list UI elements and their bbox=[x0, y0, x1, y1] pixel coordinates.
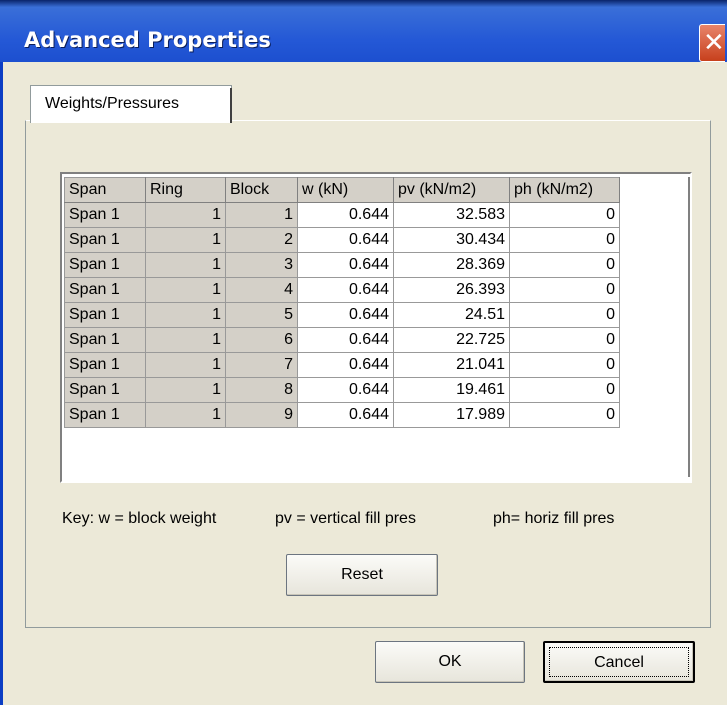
cell-span[interactable]: Span 1 bbox=[64, 327, 146, 353]
cell-pv[interactable]: 26.393 bbox=[393, 277, 510, 303]
table-row: Span 1 1 6 0.644 22.725 0 bbox=[64, 327, 620, 353]
cell-ring[interactable]: 1 bbox=[145, 327, 226, 353]
column-header-w[interactable]: w (kN) bbox=[297, 177, 394, 203]
cell-pv[interactable]: 32.583 bbox=[393, 202, 510, 228]
column-header-pv[interactable]: pv (kN/m2) bbox=[393, 177, 510, 203]
properties-table: Span Ring Block w (kN) pv (kN/m2) ph (kN… bbox=[64, 177, 620, 428]
cell-pv[interactable]: 30.434 bbox=[393, 227, 510, 253]
cell-ring[interactable]: 1 bbox=[145, 377, 226, 403]
table-row: Span 1 1 5 0.644 24.51 0 bbox=[64, 302, 620, 328]
key-horizontal-label: ph= horiz fill pres bbox=[493, 510, 615, 527]
tab-weights-pressures[interactable]: Weights/Pressures bbox=[30, 85, 232, 123]
cell-ring[interactable]: 1 bbox=[145, 402, 226, 428]
cell-block[interactable]: 8 bbox=[225, 377, 298, 403]
column-header-ph[interactable]: ph (kN/m2) bbox=[509, 177, 620, 203]
properties-grid[interactable]: Span Ring Block w (kN) pv (kN/m2) ph (kN… bbox=[60, 172, 692, 483]
table-row: Span 1 1 9 0.644 17.989 0 bbox=[64, 402, 620, 428]
cell-span[interactable]: Span 1 bbox=[64, 202, 146, 228]
cell-pv[interactable]: 19.461 bbox=[393, 377, 510, 403]
cell-block[interactable]: 1 bbox=[225, 202, 298, 228]
window-title: Advanced Properties bbox=[24, 28, 271, 52]
cell-ring[interactable]: 1 bbox=[145, 252, 226, 278]
cell-span[interactable]: Span 1 bbox=[64, 352, 146, 378]
column-header-span[interactable]: Span bbox=[64, 177, 146, 203]
key-weight-label: Key: w = block weight bbox=[62, 510, 217, 527]
cell-ring[interactable]: 1 bbox=[145, 202, 226, 228]
grid-empty-area bbox=[688, 177, 690, 477]
table-row: Span 1 1 7 0.644 21.041 0 bbox=[64, 352, 620, 378]
close-icon: ✕ bbox=[703, 28, 725, 58]
cell-span[interactable]: Span 1 bbox=[64, 402, 146, 428]
cell-ring[interactable]: 1 bbox=[145, 227, 226, 253]
cell-pv[interactable]: 17.989 bbox=[393, 402, 510, 428]
header-row: Span Ring Block w (kN) pv (kN/m2) ph (kN… bbox=[64, 177, 620, 203]
cell-ph[interactable]: 0 bbox=[509, 202, 620, 228]
cell-span[interactable]: Span 1 bbox=[64, 302, 146, 328]
cell-w[interactable]: 0.644 bbox=[297, 277, 394, 303]
cell-ph[interactable]: 0 bbox=[509, 327, 620, 353]
cell-block[interactable]: 3 bbox=[225, 252, 298, 278]
cell-span[interactable]: Span 1 bbox=[64, 377, 146, 403]
table-row: Span 1 1 1 0.644 32.583 0 bbox=[64, 202, 620, 228]
cell-ring[interactable]: 1 bbox=[145, 302, 226, 328]
advanced-properties-dialog: Advanced Properties ✕ Weights/Pressures … bbox=[0, 0, 727, 705]
cell-pv[interactable]: 21.041 bbox=[393, 352, 510, 378]
cell-pv[interactable]: 28.369 bbox=[393, 252, 510, 278]
ok-button[interactable]: OK bbox=[375, 641, 525, 683]
cell-ph[interactable]: 0 bbox=[509, 252, 620, 278]
cell-span[interactable]: Span 1 bbox=[64, 252, 146, 278]
cell-w[interactable]: 0.644 bbox=[297, 352, 394, 378]
cell-block[interactable]: 6 bbox=[225, 327, 298, 353]
key-vertical-label: pv = vertical fill pres bbox=[275, 510, 416, 527]
cell-ph[interactable]: 0 bbox=[509, 352, 620, 378]
cell-w[interactable]: 0.644 bbox=[297, 252, 394, 278]
cell-block[interactable]: 9 bbox=[225, 402, 298, 428]
column-header-block[interactable]: Block bbox=[225, 177, 298, 203]
cell-ph[interactable]: 0 bbox=[509, 402, 620, 428]
cell-ph[interactable]: 0 bbox=[509, 377, 620, 403]
cancel-label: Cancel bbox=[549, 647, 689, 677]
cell-block[interactable]: 4 bbox=[225, 277, 298, 303]
cell-span[interactable]: Span 1 bbox=[64, 227, 146, 253]
cell-ph[interactable]: 0 bbox=[509, 302, 620, 328]
cell-block[interactable]: 5 bbox=[225, 302, 298, 328]
tab-edge bbox=[230, 88, 232, 123]
cell-w[interactable]: 0.644 bbox=[297, 227, 394, 253]
close-button[interactable]: ✕ bbox=[699, 24, 725, 62]
table-row: Span 1 1 3 0.644 28.369 0 bbox=[64, 252, 620, 278]
cell-w[interactable]: 0.644 bbox=[297, 377, 394, 403]
cell-block[interactable]: 7 bbox=[225, 352, 298, 378]
cell-w[interactable]: 0.644 bbox=[297, 202, 394, 228]
cell-pv[interactable]: 24.51 bbox=[393, 302, 510, 328]
cell-ring[interactable]: 1 bbox=[145, 352, 226, 378]
table-row: Span 1 1 4 0.644 26.393 0 bbox=[64, 277, 620, 303]
cell-w[interactable]: 0.644 bbox=[297, 402, 394, 428]
table-row: Span 1 1 8 0.644 19.461 0 bbox=[64, 377, 620, 403]
cell-block[interactable]: 2 bbox=[225, 227, 298, 253]
cell-ph[interactable]: 0 bbox=[509, 227, 620, 253]
cell-span[interactable]: Span 1 bbox=[64, 277, 146, 303]
tab-label: Weights/Pressures bbox=[45, 95, 179, 112]
cell-pv[interactable]: 22.725 bbox=[393, 327, 510, 353]
cancel-button[interactable]: Cancel bbox=[543, 641, 695, 683]
cell-w[interactable]: 0.644 bbox=[297, 302, 394, 328]
column-header-ring[interactable]: Ring bbox=[145, 177, 226, 203]
cell-ph[interactable]: 0 bbox=[509, 277, 620, 303]
cell-w[interactable]: 0.644 bbox=[297, 327, 394, 353]
cell-ring[interactable]: 1 bbox=[145, 277, 226, 303]
table-row: Span 1 1 2 0.644 30.434 0 bbox=[64, 227, 620, 253]
reset-button[interactable]: Reset bbox=[286, 554, 438, 596]
